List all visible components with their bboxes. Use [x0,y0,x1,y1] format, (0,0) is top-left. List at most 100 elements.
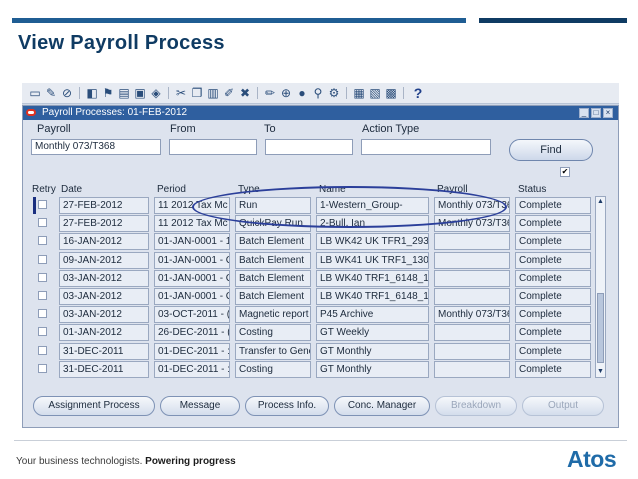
cell-payroll[interactable] [434,324,510,342]
flags-icon[interactable]: ⚑ [101,86,115,100]
cell-period[interactable]: 11 2012 Tax Mc [154,197,230,214]
cell-payroll[interactable] [434,269,510,287]
list-icon[interactable]: ▩ [384,86,398,100]
minimize-icon[interactable]: _ [579,108,589,118]
cell-type[interactable]: Costing [235,324,311,342]
cell-status[interactable]: Complete [515,342,591,360]
cell-period[interactable]: 01-JAN-0001 - C [154,269,230,287]
cell-type[interactable]: Magnetic report [235,306,311,324]
cell-date[interactable]: 16-JAN-2012 [59,233,149,251]
retry-checkbox[interactable] [38,236,47,246]
translate-icon[interactable]: ✏ [263,86,277,100]
cell-period[interactable]: 01-JAN-0001 - C [154,251,230,269]
cell-name[interactable]: GT Weekly [316,324,429,342]
window-close-icon[interactable]: × [603,108,613,118]
cell-payroll[interactable] [434,342,510,360]
cell-payroll[interactable]: Monthly 073/T36 [434,306,510,324]
cut-icon[interactable]: ✂ [174,86,188,100]
output-button[interactable]: Output [522,396,604,416]
scroll-up-icon[interactable]: ▲ [597,198,604,206]
cell-period[interactable]: 01-DEC-2011 - : [154,360,230,378]
help-icon[interactable]: ? [411,86,425,100]
cell-period[interactable]: 26-DEC-2011 - ( [154,324,230,342]
process-info-button[interactable]: Process Info. [245,396,329,416]
cell-status[interactable]: Complete [515,306,591,324]
cell-name[interactable]: LB WK41 UK TRF1_130 [316,251,429,269]
cell-status[interactable]: Complete [515,197,591,214]
cell-name[interactable]: GT Monthly [316,342,429,360]
window-icon[interactable]: ⚙ [327,86,341,100]
cell-payroll[interactable]: Monthly 073/T36 [434,215,510,233]
cell-status[interactable]: Complete [515,251,591,269]
cell-date[interactable]: 01-JAN-2012 [59,324,149,342]
cell-status[interactable]: Complete [515,324,591,342]
breakdown-button[interactable]: Breakdown [435,396,517,416]
message-button[interactable]: Message [160,396,240,416]
cell-date[interactable]: 09-JAN-2012 [59,251,149,269]
calculator-icon[interactable]: ▧ [368,86,382,100]
cell-payroll[interactable] [434,233,510,251]
maximize-icon[interactable]: □ [591,108,601,118]
delete-icon[interactable]: ✖ [238,86,252,100]
retry-checkbox[interactable] [38,345,47,355]
cell-status[interactable]: Complete [515,269,591,287]
assignment-process-button[interactable]: Assignment Process [33,396,155,416]
save-icon[interactable]: ▣ [133,86,147,100]
retry-checkbox[interactable] [38,200,47,209]
cell-type[interactable]: Run [235,197,311,214]
copy-icon[interactable]: ❐ [190,86,204,100]
cell-period[interactable]: 01-JAN-0001 - C [154,288,230,305]
cell-name[interactable]: 2-Bull, Ian [316,215,429,233]
cell-type[interactable]: Transfer to Gene [235,342,311,360]
cell-type[interactable]: Batch Element [235,269,311,287]
cell-date[interactable]: 03-JAN-2012 [59,288,149,305]
flashlight-icon[interactable]: ✎ [44,86,58,100]
cell-status[interactable]: Complete [515,288,591,305]
to-field[interactable] [265,139,353,155]
cell-type[interactable]: Batch Element [235,251,311,269]
cell-payroll[interactable] [434,288,510,305]
cell-date[interactable]: 03-JAN-2012 [59,306,149,324]
cell-payroll[interactable] [434,360,510,378]
cell-period[interactable]: 03-OCT-2011 - ( [154,306,230,324]
cell-date[interactable]: 31-DEC-2011 [59,342,149,360]
table-row[interactable]: 31-DEC-2011 01-DEC-2011 - : Transfer to Ge… [33,342,593,360]
cell-date[interactable]: 03-JAN-2012 [59,269,149,287]
cell-date[interactable]: 31-DEC-2011 [59,360,149,378]
cell-type[interactable]: Batch Element [235,233,311,251]
retry-checkbox[interactable] [38,272,47,282]
retry-checkbox[interactable] [38,363,47,373]
table-row[interactable]: 03-JAN-2012 03-OCT-2011 - ( Magnetic repor… [33,306,593,324]
table-row[interactable]: 09-JAN-2012 01-JAN-0001 - C Batch Element L… [33,251,593,269]
cell-status[interactable]: Complete [515,233,591,251]
clear-icon[interactable]: ⚲ [311,86,325,100]
attach-icon[interactable]: ⊕ [279,86,293,100]
table-scrollbar[interactable]: ▲ ▼ [595,196,606,378]
cell-period[interactable]: 11 2012 Tax Mc [154,215,230,233]
cell-date[interactable]: 27-FEB-2012 [59,215,149,233]
cell-payroll[interactable] [434,251,510,269]
retry-checkbox[interactable] [38,254,47,264]
table-row[interactable]: 16-JAN-2012 01-JAN-0001 - 1 Batch Element L… [33,233,593,251]
find-button[interactable]: Find [509,139,593,161]
retry-checkbox[interactable] [38,218,47,228]
cell-period[interactable]: 01-JAN-0001 - 1 [154,233,230,251]
close-icon[interactable]: ⊘ [60,86,74,100]
table-row[interactable]: 03-JAN-2012 01-JAN-0001 - C Batch Element L… [33,288,593,305]
cell-type[interactable]: QuickPay Run [235,215,311,233]
from-field[interactable] [169,139,257,155]
open-icon[interactable]: ▭ [28,86,42,100]
lock-icon[interactable]: ◈ [149,86,163,100]
payroll-field[interactable]: Monthly 073/T368 [31,139,161,155]
cell-name[interactable]: P45 Archive [316,306,429,324]
retry-checkbox[interactable] [38,327,47,337]
cell-name[interactable]: 1-Western_Group- [316,197,429,214]
cell-type[interactable]: Costing [235,360,311,378]
cell-date[interactable]: 27-FEB-2012 [59,197,149,214]
cell-name[interactable]: GT Monthly [316,360,429,378]
table-row[interactable]: 03-JAN-2012 01-JAN-0001 - C Batch Element L… [33,269,593,287]
table-row[interactable]: 01-JAN-2012 26-DEC-2011 - ( Costing GT Week… [33,324,593,342]
calendar-icon[interactable]: ▦ [352,86,366,100]
cell-name[interactable]: LB WK40 TRF1_6148_1 [316,288,429,305]
cell-status[interactable]: Complete [515,360,591,378]
